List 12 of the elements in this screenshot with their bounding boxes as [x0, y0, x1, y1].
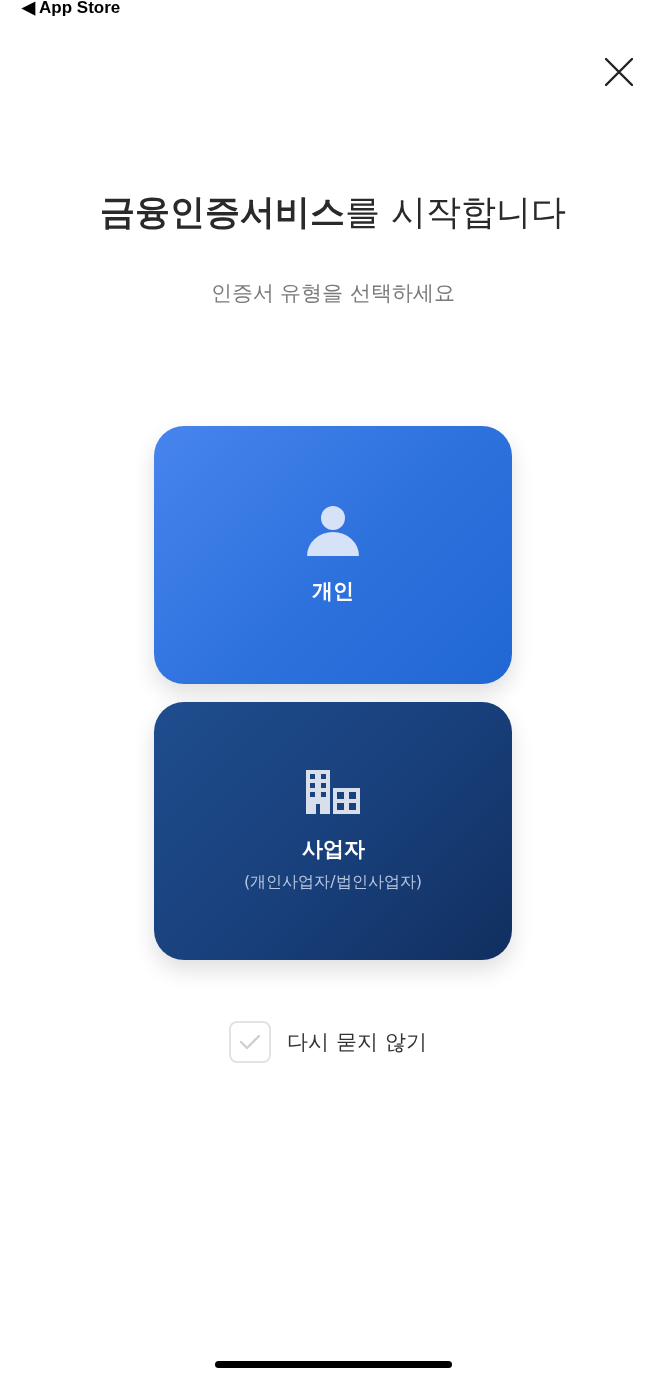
page-title: 금융인증서비스를 시작합니다: [98, 191, 568, 234]
building-icon: [306, 769, 360, 814]
check-icon: [239, 1034, 262, 1050]
page-subtitle: 인증서 유형을 선택하세요: [209, 280, 457, 307]
checkbox-label[interactable]: 다시 묻지 않기: [287, 1028, 427, 1056]
back-to-app-store-link[interactable]: ◀ App Store: [22, 0, 121, 17]
certificate-type-card[interactable]: 개인: [154, 426, 512, 684]
close-icon: [605, 58, 633, 86]
close-button[interactable]: [605, 58, 633, 86]
person-icon: [307, 505, 359, 556]
certificate-type-card[interactable]: 사업자 (개인사업자/법인사업자): [154, 702, 512, 960]
checkbox[interactable]: [229, 1021, 272, 1063]
